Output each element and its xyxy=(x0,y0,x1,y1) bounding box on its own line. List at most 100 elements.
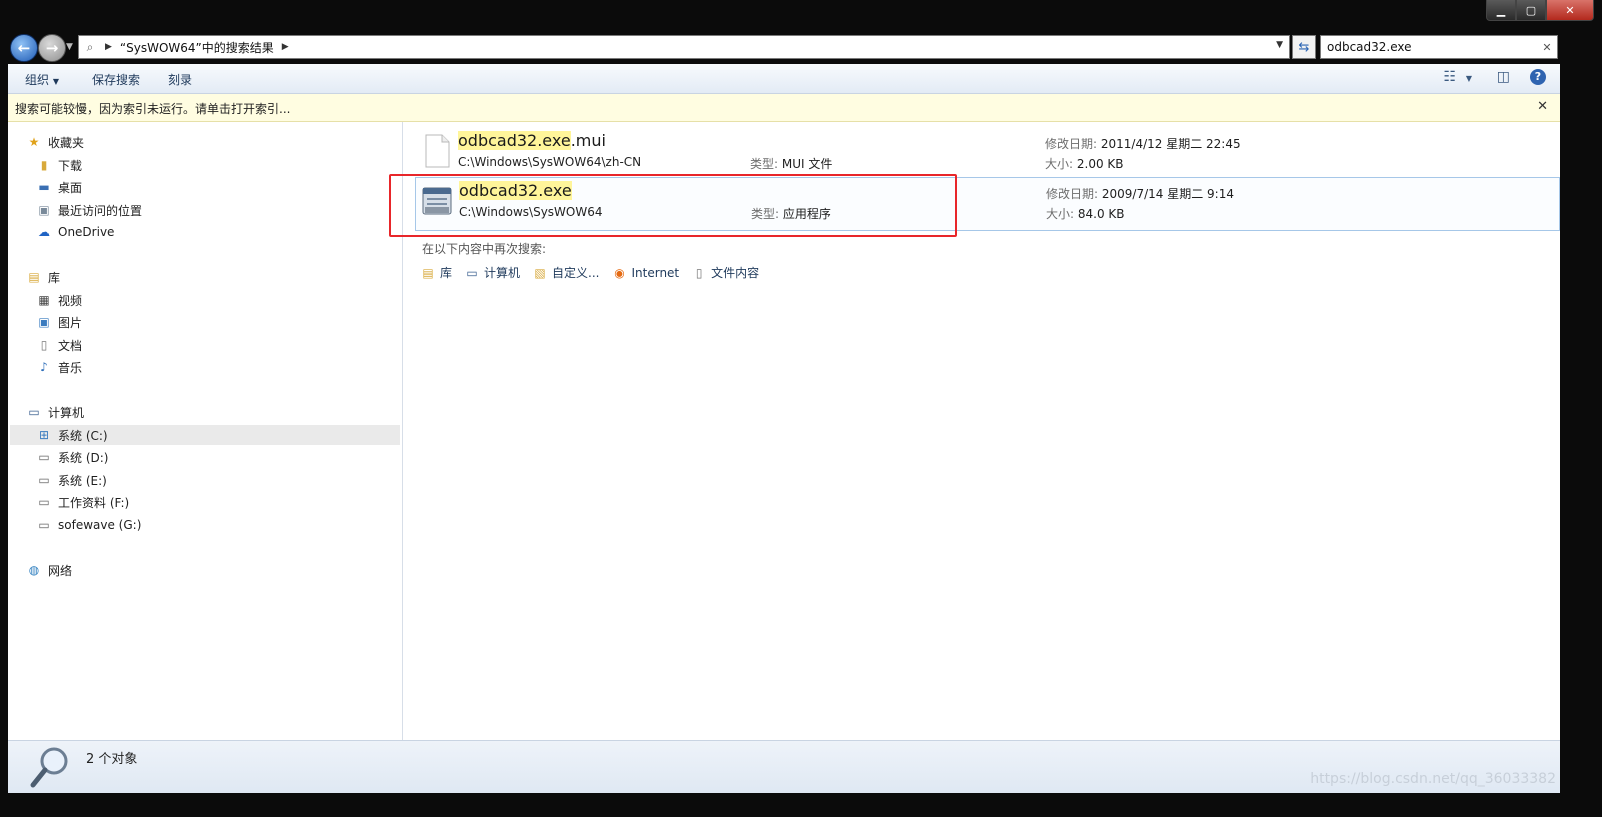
search-again-custom[interactable]: ▧ 自定义... xyxy=(532,264,599,281)
documents-icon: ▯ xyxy=(40,338,48,352)
chevron-down-icon: ▼ xyxy=(52,77,59,86)
custom-folder-icon: ▧ xyxy=(534,265,546,280)
burn-button[interactable]: 刻录 xyxy=(168,71,192,88)
nav-item-drive-f[interactable]: ▭ 工作资料 (F:) xyxy=(36,492,129,512)
forward-arrow-icon: → xyxy=(45,39,59,57)
breadcrumb-search-results[interactable]: “SysWOW64”中的搜索结果 xyxy=(120,39,274,56)
breadcrumb-chevron-icon[interactable]: ▶ xyxy=(105,42,112,52)
result-file-size: 大小: 2.00 KB xyxy=(1045,157,1124,171)
drive-icon: ▭ xyxy=(38,450,50,464)
onedrive-icon: ☁ xyxy=(38,225,50,239)
result-file-path: C:\Windows\SysWOW64 xyxy=(459,205,603,219)
nav-item-onedrive[interactable]: ☁ OneDrive xyxy=(36,222,114,242)
download-folder-icon: ▮ xyxy=(40,158,48,172)
item-count: 2 个对象 xyxy=(86,752,138,767)
star-icon: ★ xyxy=(28,135,40,149)
search-magnifier-icon xyxy=(30,747,68,788)
refresh-icon: ⇆ xyxy=(1298,39,1310,55)
result-file-type: 类型: MUI 文件 xyxy=(750,157,833,171)
refresh-button[interactable]: ⇆ xyxy=(1292,35,1316,59)
library-icon: ▤ xyxy=(422,265,434,280)
drive-icon: ▭ xyxy=(38,495,50,509)
nav-item-drive-c[interactable]: ⊞ 系统 (C:) xyxy=(10,425,400,445)
result-modified-date: 修改日期: 2011/4/12 星期二 22:45 xyxy=(1045,137,1241,151)
search-box[interactable]: odbcad32.exe ✕ xyxy=(1320,35,1558,59)
navigation-pane: ★ 收藏夹 ▮ 下载 ▬ 桌面 ▣ 最近访问的位置 ☁ OneDrive ▤ 库… xyxy=(8,122,403,740)
back-button[interactable]: ← xyxy=(10,34,38,62)
result-file-path: C:\Windows\SysWOW64\zh-CN xyxy=(458,155,642,169)
window-caption-buttons: ▁ ▢ ✕ xyxy=(1486,0,1594,22)
address-dropdown-icon[interactable]: ▼ xyxy=(1276,40,1283,50)
address-bar[interactable]: ⌕ ▶ “SysWOW64”中的搜索结果 ▶ ▼ xyxy=(78,35,1290,59)
info-bar[interactable]: 搜索可能较慢，因为索引未运行。请单击打开索引... ✕ xyxy=(8,94,1560,122)
info-bar-close-icon[interactable]: ✕ xyxy=(1537,99,1548,114)
preview-pane-icon[interactable]: ◫ xyxy=(1497,69,1510,85)
forward-button[interactable]: → xyxy=(38,34,66,62)
music-icon: ♪ xyxy=(40,360,48,374)
result-row[interactable]: odbcad32.exe.mui C:\Windows\SysWOW64\zh-… xyxy=(415,128,1558,180)
application-icon xyxy=(422,187,452,215)
nav-item-music[interactable]: ♪ 音乐 xyxy=(36,357,82,377)
nav-item-drive-d[interactable]: ▭ 系统 (D:) xyxy=(36,447,108,467)
result-row[interactable]: odbcad32.exe C:\Windows\SysWOW64 类型: 应用程… xyxy=(415,177,1560,231)
clear-search-icon[interactable]: ✕ xyxy=(1537,41,1557,54)
network-icon: ◍ xyxy=(28,563,40,577)
library-icon: ▤ xyxy=(28,270,40,284)
internet-icon: ◉ xyxy=(614,265,625,280)
nav-libraries[interactable]: ▤ 库 xyxy=(26,267,60,287)
organize-button[interactable]: 组织 ▼ xyxy=(25,71,59,88)
breadcrumb-chevron-icon[interactable]: ▶ xyxy=(282,42,289,52)
nav-item-documents[interactable]: ▯ 文档 xyxy=(36,335,82,355)
search-input[interactable]: odbcad32.exe xyxy=(1321,40,1537,54)
nav-item-drive-g[interactable]: ▭ sofewave (G:) xyxy=(36,515,141,535)
search-again-label: 在以下内容中再次搜索: xyxy=(422,242,547,256)
file-contents-icon: ▯ xyxy=(695,265,703,280)
nav-item-recent-places[interactable]: ▣ 最近访问的位置 xyxy=(36,200,142,220)
result-file-name: odbcad32.exe.mui xyxy=(458,131,606,150)
desktop-icon: ▬ xyxy=(38,180,50,194)
search-results-pane: odbcad32.exe.mui C:\Windows\SysWOW64\zh-… xyxy=(403,122,1560,740)
blank-file-icon xyxy=(425,134,450,168)
search-again-computer[interactable]: ▭ 计算机 xyxy=(464,264,520,281)
view-options-icon[interactable]: ☷ xyxy=(1443,69,1456,85)
search-again-links: ▤ 库 ▭ 计算机 ▧ 自定义... ◉ Internet ▯ 文件内容 xyxy=(420,264,771,281)
video-icon: ▦ xyxy=(38,293,50,307)
drive-icon: ▭ xyxy=(38,473,50,487)
help-icon[interactable]: ? xyxy=(1530,69,1546,85)
computer-icon: ▭ xyxy=(466,265,478,280)
result-file-size: 大小: 84.0 KB xyxy=(1046,207,1125,221)
search-again-internet[interactable]: ◉ Internet xyxy=(611,264,679,281)
explorer-body: 组织 ▼ 保存搜索 刻录 ☷ ▼ ◫ ? 搜索可能较慢，因为索引未运行。请单击打… xyxy=(8,64,1560,793)
back-arrow-icon: ← xyxy=(17,39,31,57)
result-modified-date: 修改日期: 2009/7/14 星期二 9:14 xyxy=(1046,187,1234,201)
address-row: ← → ▼ ⌕ ▶ “SysWOW64”中的搜索结果 ▶ ▼ ⇆ odbcad3… xyxy=(0,32,1602,62)
nav-item-videos[interactable]: ▦ 视频 xyxy=(36,290,82,310)
command-bar: 组织 ▼ 保存搜索 刻录 ☷ ▼ ◫ ? xyxy=(8,64,1560,94)
save-search-button[interactable]: 保存搜索 xyxy=(92,71,140,88)
details-pane: 2 个对象 https://blog.csdn.net/qq_36033382 xyxy=(8,740,1560,793)
info-bar-message[interactable]: 搜索可能较慢，因为索引未运行。请单击打开索引... xyxy=(15,100,290,117)
nav-computer[interactable]: ▭ 计算机 xyxy=(26,402,84,422)
minimize-button[interactable]: ▁ xyxy=(1486,0,1516,21)
search-again-file-contents[interactable]: ▯ 文件内容 xyxy=(691,264,759,281)
result-file-type: 类型: 应用程序 xyxy=(751,207,831,221)
nav-item-pictures[interactable]: ▣ 图片 xyxy=(36,312,82,332)
maximize-button[interactable]: ▢ xyxy=(1516,0,1546,21)
result-file-name: odbcad32.exe xyxy=(459,181,572,200)
drive-icon: ▭ xyxy=(38,518,50,532)
nav-item-drive-e[interactable]: ▭ 系统 (E:) xyxy=(36,470,106,490)
search-again-library[interactable]: ▤ 库 xyxy=(420,264,452,281)
watermark: https://blog.csdn.net/qq_36033382 xyxy=(1310,771,1556,787)
close-button[interactable]: ✕ xyxy=(1546,0,1594,21)
recent-pages-dropdown[interactable]: ▼ xyxy=(66,42,73,52)
nav-item-downloads[interactable]: ▮ 下载 xyxy=(36,155,82,175)
nav-item-desktop[interactable]: ▬ 桌面 xyxy=(36,177,82,197)
explorer-window: ▁ ▢ ✕ ← → ▼ ⌕ ▶ “SysWOW64”中的搜索结果 ▶ ▼ ⇆ o… xyxy=(0,0,1602,817)
view-chevron-down-icon[interactable]: ▼ xyxy=(1466,74,1472,83)
system-drive-icon: ⊞ xyxy=(38,428,50,442)
pictures-icon: ▣ xyxy=(38,315,50,329)
nav-favorites[interactable]: ★ 收藏夹 xyxy=(26,132,84,152)
recent-places-icon: ▣ xyxy=(38,203,50,217)
nav-network[interactable]: ◍ 网络 xyxy=(26,560,72,580)
search-location-icon: ⌕ xyxy=(86,39,94,54)
